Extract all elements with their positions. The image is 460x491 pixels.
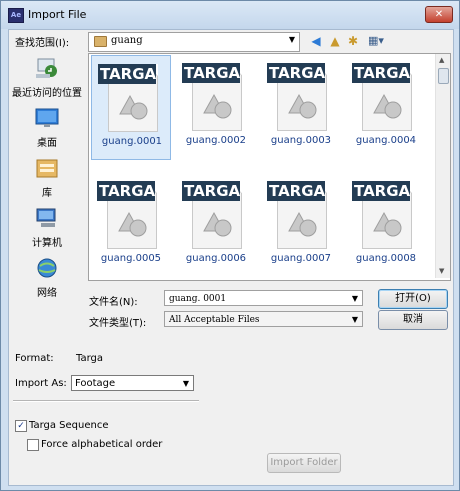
file-badge: TARGA xyxy=(267,181,326,201)
places-bar: 最近访问的位置 桌面 库 计算机 网络 xyxy=(9,53,85,303)
title-bar: Ae Import File ✕ xyxy=(1,1,459,29)
file-item[interactable]: TARGA guang.0006 xyxy=(176,173,256,278)
targa-file-icon: TARGA xyxy=(267,59,335,131)
file-item[interactable]: TARGA guang.0008 xyxy=(346,173,426,278)
targa-sequence-checkbox[interactable]: ✓ xyxy=(15,420,27,432)
view-menu-icon[interactable]: ▦▾ xyxy=(365,34,387,48)
cancel-button[interactable]: 取消 xyxy=(378,310,448,330)
place-label: 库 xyxy=(42,188,52,199)
look-in-dropdown[interactable]: guang ▼ xyxy=(88,32,300,52)
new-folder-icon[interactable]: ✱ xyxy=(346,34,360,48)
vertical-scrollbar[interactable]: ▲ ▼ xyxy=(435,54,450,278)
targa-file-icon: TARGA xyxy=(352,177,420,249)
import-folder-button[interactable]: Import Folder xyxy=(267,453,341,473)
chevron-down-icon: ▼ xyxy=(351,315,358,324)
force-alphabetical-label: Force alphabetical order xyxy=(41,439,163,450)
file-list[interactable]: TARGA guang.0001 TARGA guang.0002 TARGA … xyxy=(88,53,451,281)
place-label: 桌面 xyxy=(37,138,57,149)
open-button[interactable]: 打开(O) xyxy=(378,289,448,309)
file-type-dropdown[interactable]: All Acceptable Files ▼ xyxy=(164,311,363,327)
up-folder-icon[interactable]: ▲ xyxy=(328,34,342,48)
place-computer[interactable]: 计算机 xyxy=(9,207,85,249)
file-name: guang.0004 xyxy=(355,135,417,146)
file-item[interactable]: TARGA guang.0007 xyxy=(261,173,341,278)
targa-file-icon: TARGA xyxy=(352,59,420,131)
place-label: 最近访问的位置 xyxy=(12,88,82,99)
back-icon[interactable]: ◀ xyxy=(309,34,323,48)
chevron-down-icon[interactable]: ▼ xyxy=(352,291,358,307)
file-badge: TARGA xyxy=(352,63,411,83)
place-libraries[interactable]: 库 xyxy=(9,157,85,199)
targa-file-icon: TARGA xyxy=(98,60,166,132)
place-desktop[interactable]: 桌面 xyxy=(9,107,85,149)
targa-file-icon: TARGA xyxy=(97,177,165,249)
folder-icon xyxy=(94,36,107,47)
close-button[interactable]: ✕ xyxy=(425,6,453,23)
targa-file-icon: TARGA xyxy=(182,59,250,131)
file-type-label: 文件类型(T): xyxy=(89,318,147,329)
file-badge: TARGA xyxy=(182,181,241,201)
file-name: guang.0007 xyxy=(270,253,332,264)
place-label: 网络 xyxy=(37,288,57,299)
after-effects-icon: Ae xyxy=(8,8,24,23)
targa-sequence-label: Targa Sequence xyxy=(29,420,109,431)
file-type-value: All Acceptable Files xyxy=(169,315,260,325)
import-as-value: Footage xyxy=(75,378,116,389)
file-name: guang.0001 xyxy=(101,136,163,147)
place-recent[interactable]: 最近访问的位置 xyxy=(9,57,85,99)
window-title: Import File xyxy=(28,8,87,21)
file-name: guang.0002 xyxy=(185,135,247,146)
scroll-thumb[interactable] xyxy=(438,68,449,84)
file-name: guang.0005 xyxy=(100,253,162,264)
file-name: guang.0008 xyxy=(355,253,417,264)
file-item[interactable]: TARGA guang.0001 xyxy=(91,55,171,160)
file-name-label: 文件名(N): xyxy=(89,297,138,308)
file-item[interactable]: TARGA guang.0003 xyxy=(261,55,341,160)
file-badge: TARGA xyxy=(267,63,326,83)
look-in-label: 查找范围(I): xyxy=(15,38,70,49)
scroll-down-icon[interactable]: ▼ xyxy=(439,267,444,275)
scroll-up-icon[interactable]: ▲ xyxy=(439,56,444,64)
format-value: Targa xyxy=(76,353,103,364)
separator xyxy=(13,400,199,402)
file-badge: TARGA xyxy=(98,64,157,84)
file-name: guang.0003 xyxy=(270,135,332,146)
file-item[interactable]: TARGA guang.0002 xyxy=(176,55,256,160)
file-badge: TARGA xyxy=(352,181,411,201)
look-in-value: guang xyxy=(111,35,143,46)
desktop-icon xyxy=(35,108,59,127)
chevron-down-icon: ▼ xyxy=(288,35,295,44)
file-item[interactable]: TARGA guang.0004 xyxy=(346,55,426,160)
targa-file-icon: TARGA xyxy=(267,177,335,249)
format-label: Format: xyxy=(15,353,54,364)
recent-places-icon xyxy=(36,58,57,78)
file-name-input[interactable]: guang. 0001 ▼ xyxy=(164,290,363,306)
place-network[interactable]: 网络 xyxy=(9,257,85,299)
place-label: 计算机 xyxy=(32,238,62,249)
file-badge: TARGA xyxy=(97,181,156,201)
import-as-label: Import As: xyxy=(15,378,67,389)
network-icon xyxy=(37,258,57,278)
chevron-down-icon: ▼ xyxy=(182,379,189,388)
import-as-dropdown[interactable]: Footage ▼ xyxy=(71,375,194,391)
file-item[interactable]: TARGA guang.0005 xyxy=(91,173,171,278)
targa-file-icon: TARGA xyxy=(182,177,250,249)
force-alphabetical-checkbox[interactable] xyxy=(27,439,39,451)
libraries-icon xyxy=(36,159,58,178)
import-file-dialog: Ae Import File ✕ 查找范围(I): guang ▼ ◀ ▲ ✱ … xyxy=(0,0,460,491)
computer-icon xyxy=(36,208,56,227)
file-name-value: guang. 0001 xyxy=(169,294,227,304)
file-badge: TARGA xyxy=(182,63,241,83)
file-name: guang.0006 xyxy=(185,253,247,264)
